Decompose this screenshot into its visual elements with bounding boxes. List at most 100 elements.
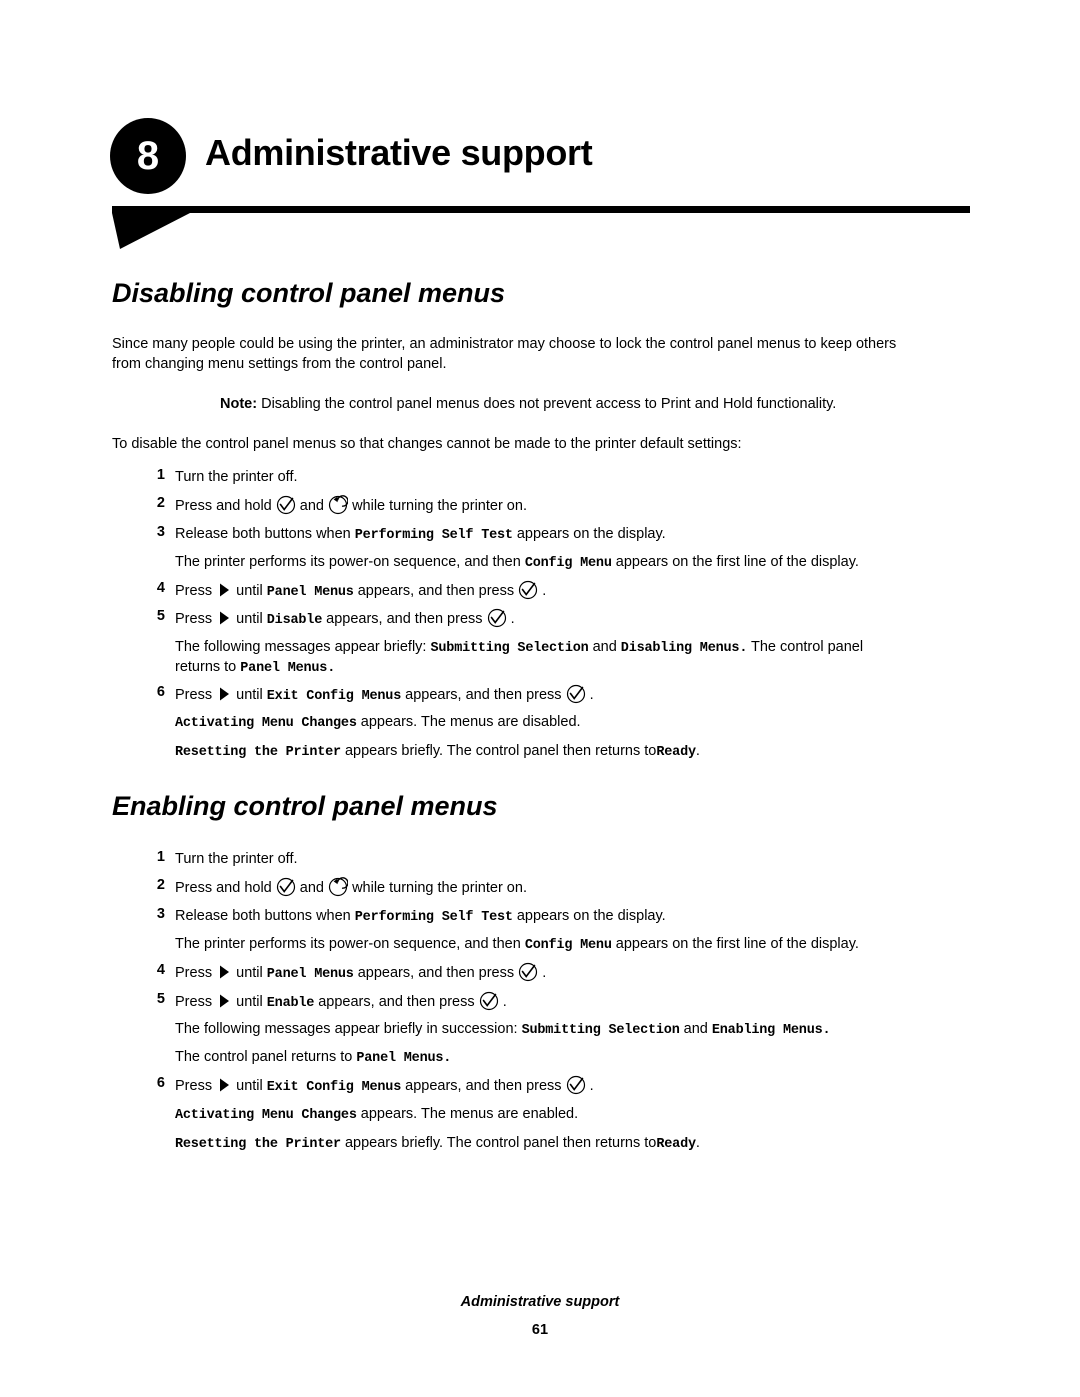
right-arrow-button-icon — [216, 610, 232, 626]
select-checkmark-button-icon — [487, 608, 507, 628]
select-checkmark-button-icon — [276, 877, 296, 897]
disabling-note-after-6-line1: Activating Menu Changes appears. The men… — [175, 712, 1005, 734]
disabling-step-4-text: Press until Panel Menus appears, and the… — [175, 580, 546, 603]
enabling-step-6-text-a: Press — [175, 1078, 213, 1094]
enabling-note-after-5-line2: The control panel returns to Panel Menus… — [175, 1047, 1005, 1069]
disabling-note-after-5-a: The following messages appear briefly: — [175, 639, 427, 655]
enabling-note-after-6-line2: Resetting the Printer appears briefly. T… — [175, 1133, 1005, 1155]
right-arrow-button-icon — [216, 686, 232, 702]
enabling-note-after-3-mono: Config Menu — [524, 938, 612, 953]
enabling-step-6-text-c: appears, and then press — [405, 1078, 562, 1094]
disabling-step-4-number: 4 — [156, 580, 165, 596]
disabling-note-after-6-text1: appears. The menus are disabled. — [360, 714, 581, 730]
enabling-note-after-6-end: . — [695, 1135, 700, 1151]
disabling-step-3-mono: Performing Self Test — [354, 528, 513, 543]
return-arrow-button-icon — [328, 495, 349, 515]
disabling-step-4-text-c: appears, and then press — [357, 583, 515, 599]
disabling-step-5-text: Press until Disable appears, and then pr… — [175, 608, 515, 631]
enabling-step-5-text-c: appears, and then press — [318, 994, 475, 1010]
disabling-note-after-5-line2-a: returns to — [175, 659, 237, 675]
disabling-step-2-text-b: and — [299, 498, 324, 514]
disabling-note-after-3-a: The printer performs its power-on sequen… — [175, 554, 521, 570]
disabling-note-after-6-mono2: Resetting the Printer — [175, 745, 341, 760]
enabling-note-after-6-text1: appears. The menus are enabled. — [360, 1106, 579, 1122]
disabling-step-1-text: Turn the printer off. — [175, 469, 298, 485]
enabling-note-after-5-a: The following messages appear briefly in… — [175, 1021, 518, 1037]
disabling-note-after-5-c: The control panel — [751, 639, 864, 655]
enabling-note-after-5-line2-a: The control panel returns to — [175, 1049, 353, 1065]
enabling-step-4-text-a: Press — [175, 965, 213, 981]
disabling-step-5-number: 5 — [156, 608, 165, 624]
enabling-step-4-text-d: . — [542, 965, 547, 981]
enabling-note-after-3-b: appears on the first line of the display… — [615, 936, 859, 952]
enabling-step-6-text-b: until — [236, 1078, 263, 1094]
enabling-step-2-text-b: and — [299, 880, 324, 896]
section-heading-enabling: Enabling control panel menus — [112, 791, 498, 821]
disabling-note-after-5-mono1: Submitting Selection — [430, 641, 589, 656]
disabling-note-after-3-mono: Config Menu — [524, 556, 612, 571]
select-checkmark-button-icon — [479, 991, 499, 1011]
select-checkmark-button-icon — [566, 684, 586, 704]
disabling-lead-in: To disable the control panel menus so th… — [112, 436, 742, 452]
disabling-step-1-number: 1 — [156, 467, 165, 483]
footer-page-number: 61 — [531, 1322, 549, 1338]
enabling-step-5-number: 5 — [156, 991, 165, 1007]
disabling-note-after-6-end: . — [695, 743, 700, 759]
disabling-note-after-5-line2-mono: Panel Menus. — [240, 661, 336, 676]
enabling-step-1-number: 1 — [156, 849, 165, 865]
disabling-note-after-6-line2: Resetting the Printer appears briefly. T… — [175, 741, 1005, 763]
enabling-note-after-5-line2-mono: Panel Menus. — [356, 1051, 452, 1066]
header-rule — [112, 206, 970, 213]
disabling-note-after-5-b: and — [592, 639, 617, 655]
right-arrow-button-icon — [216, 582, 232, 598]
disabling-step-2-text-c: while turning the printer on. — [352, 498, 527, 514]
note-label: Note: — [220, 396, 258, 412]
enabling-step-4-text-c: appears, and then press — [357, 965, 515, 981]
disabling-step-6-text-a: Press — [175, 687, 213, 703]
disabling-note-after-5-mono2: Disabling Menus. — [620, 641, 748, 656]
enabling-note-after-6-mono3: Ready — [656, 1137, 696, 1152]
disabling-note: Note: Disabling the control panel menus … — [220, 394, 1000, 414]
enabling-step-3-text-a: Release both buttons when — [175, 908, 351, 924]
enabling-step-2-text-c: while turning the printer on. — [352, 880, 527, 896]
disabling-intro-line1: Since many people could be using the pri… — [112, 336, 897, 352]
enabling-note-after-3: The printer performs its power-on sequen… — [175, 934, 1005, 956]
disabling-step-3-text-b: appears on the display. — [516, 526, 666, 542]
disabling-step-3-text-a: Release both buttons when — [175, 526, 351, 542]
chapter-header: 8 Administrative support — [0, 118, 1080, 249]
disabling-step-5-text-b: until — [236, 611, 263, 627]
disabling-step-4-mono: Panel Menus — [266, 585, 354, 600]
document-page: 8 Administrative support Disabling contr… — [0, 0, 1080, 1397]
enabling-note-after-6-line1: Activating Menu Changes appears. The men… — [175, 1104, 1005, 1126]
right-arrow-button-icon — [216, 964, 232, 980]
chapter-title: Administrative support — [205, 132, 593, 173]
enabling-step-6-text-d: . — [589, 1078, 594, 1094]
disabling-step-3-text: Release both buttons when Performing Sel… — [175, 524, 666, 546]
enabling-step-4-mono: Panel Menus — [266, 967, 354, 982]
enabling-note-after-6-mono1: Activating Menu Changes — [175, 1108, 357, 1123]
enabling-step-2-text: Press and hold and while turning the pri… — [175, 877, 527, 898]
enabling-step-4-number: 4 — [156, 962, 165, 978]
right-arrow-button-icon — [216, 993, 232, 1009]
enabling-step-4-text: Press until Panel Menus appears, and the… — [175, 962, 546, 985]
enabling-step-3-text-b: appears on the display. — [516, 908, 666, 924]
disabling-step-4-text-a: Press — [175, 583, 213, 599]
enabling-step-2-text-a: Press and hold — [175, 880, 272, 896]
note-text: Disabling the control panel menus does n… — [261, 396, 837, 412]
disabling-intro-line2: from changing menu settings from the con… — [112, 356, 447, 372]
section-heading-disabling: Disabling control panel menus — [112, 278, 506, 308]
enabling-note-after-5-mono2: Enabling Menus. — [711, 1023, 831, 1038]
disabling-step-4-text-d: . — [542, 583, 547, 599]
enabling-note-after-6-mono2: Resetting the Printer — [175, 1137, 341, 1152]
disabling-note-after-3: The printer performs its power-on sequen… — [175, 552, 1005, 574]
enabling-step-1-text: Turn the printer off. — [175, 851, 298, 867]
disabling-step-2-number: 2 — [156, 495, 165, 511]
footer-title: Administrative support — [460, 1294, 620, 1310]
select-checkmark-button-icon — [566, 1075, 586, 1095]
disabling-step-6-number: 6 — [156, 684, 165, 700]
enabling-step-5-text-a: Press — [175, 994, 213, 1010]
disabling-step-5-text-d: . — [510, 611, 515, 627]
disabling-step-3-number: 3 — [156, 524, 165, 540]
enabling-step-6-number: 6 — [156, 1075, 165, 1091]
enabling-step-3-text: Release both buttons when Performing Sel… — [175, 906, 666, 928]
